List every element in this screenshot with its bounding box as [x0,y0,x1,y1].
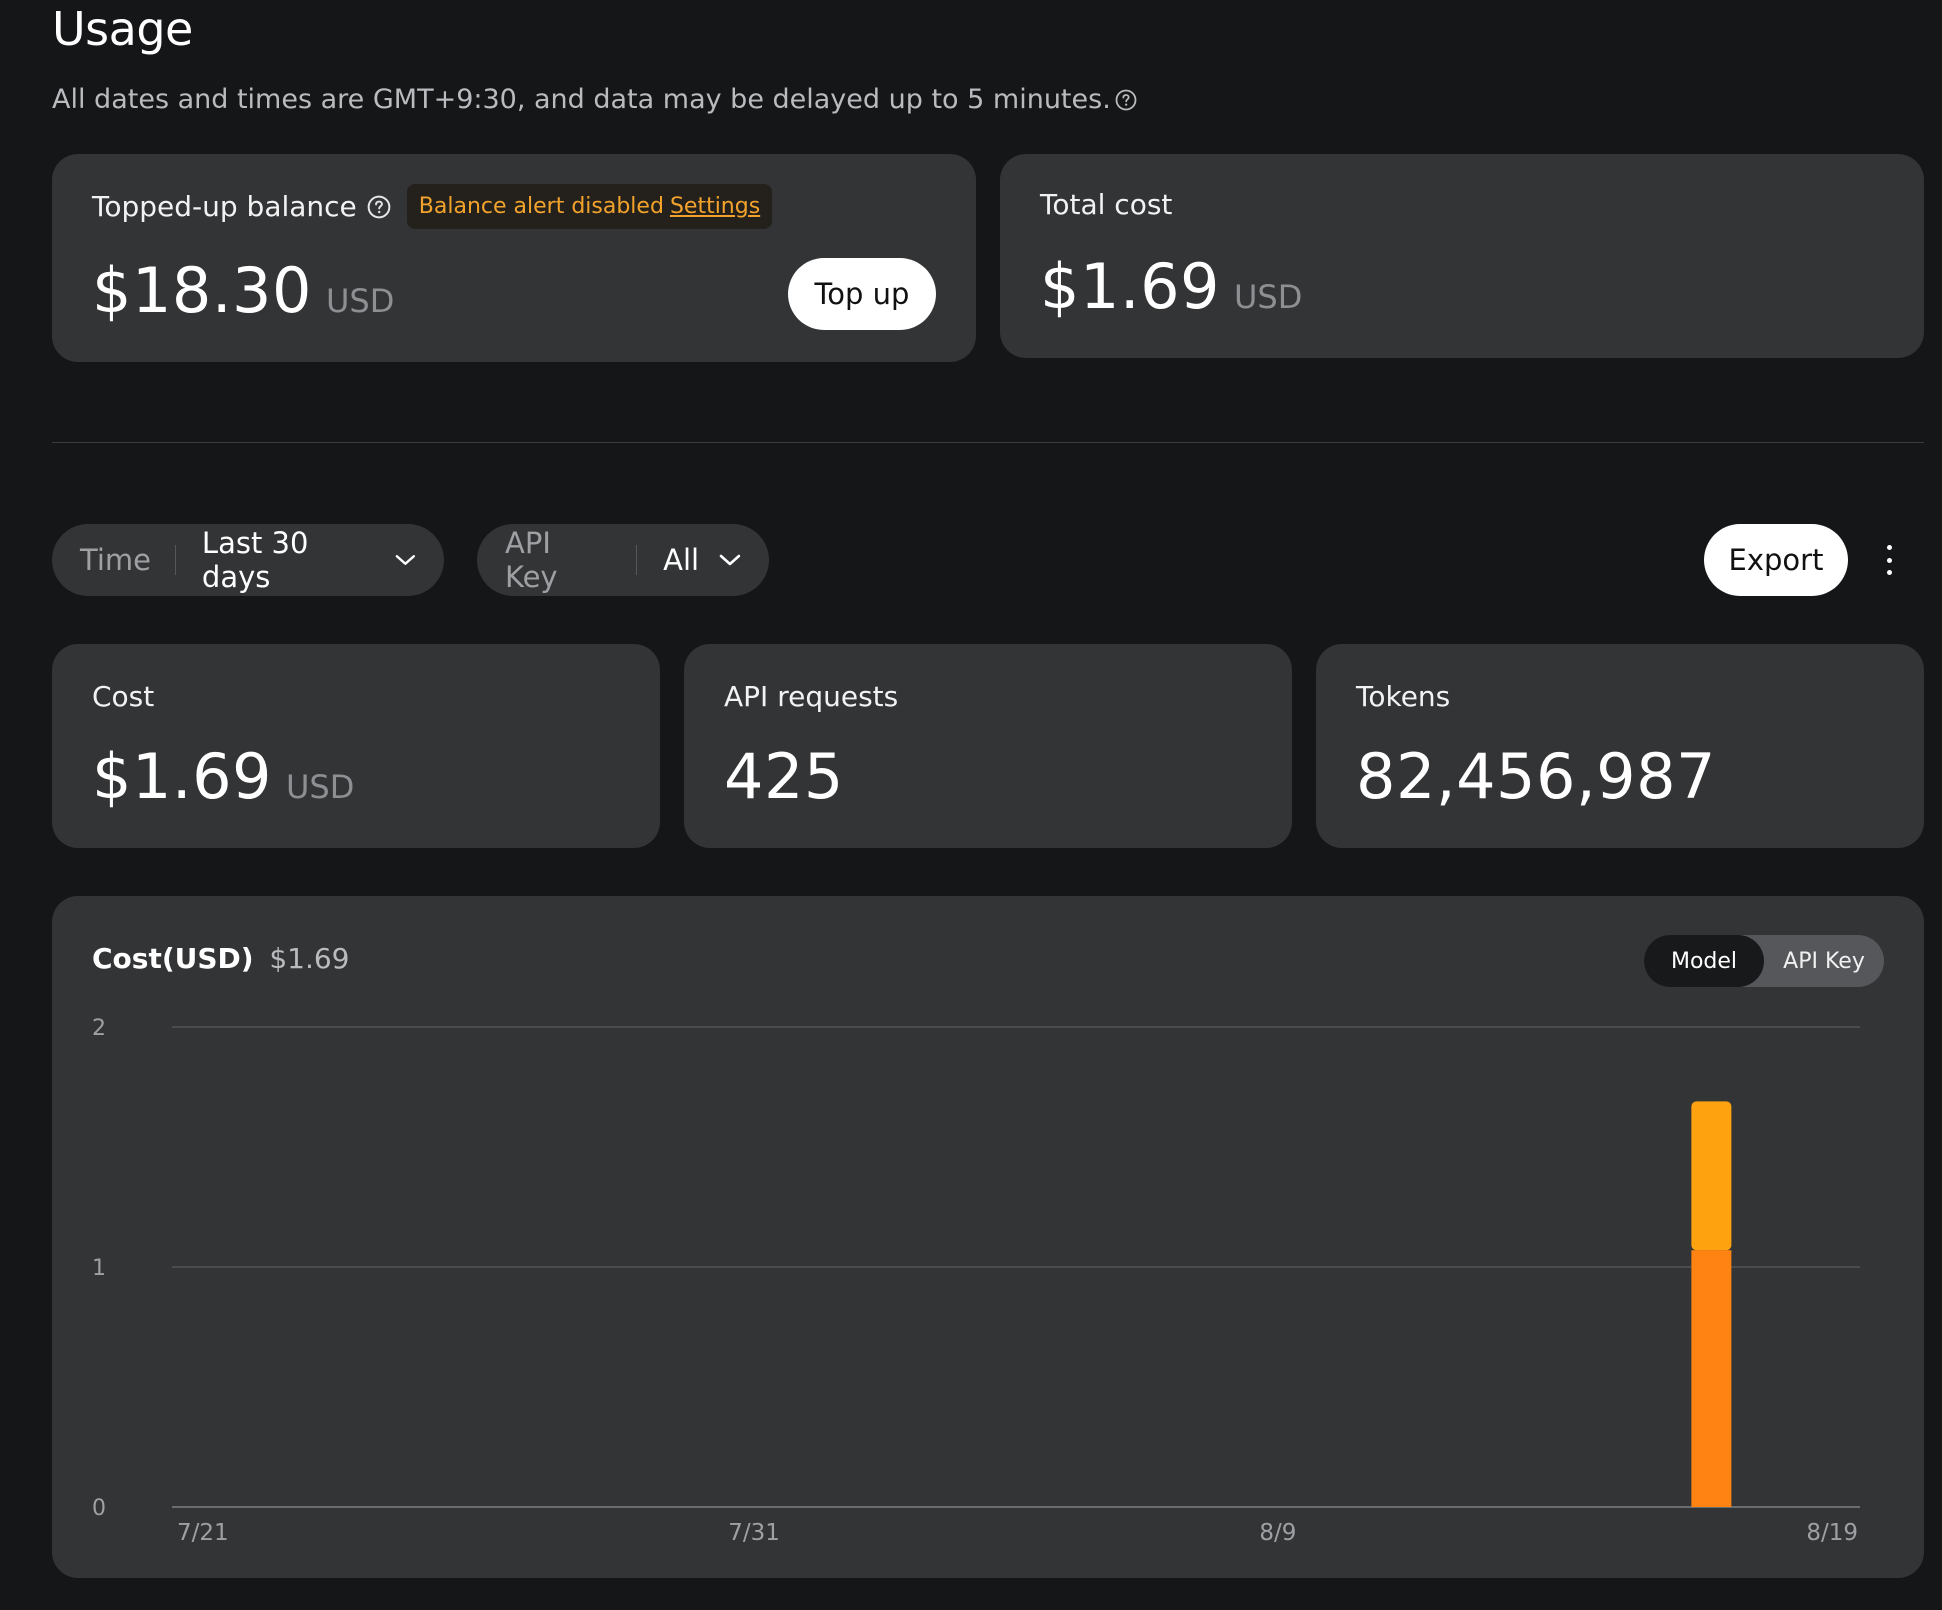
cost-bar-segment[interactable] [1691,1250,1732,1507]
cost-chart: 0 1 2 7/21 7/31 8/9 8/19 [92,1016,1860,1546]
x-tick-label: 7/31 [728,1520,780,1546]
cost-bar-segment[interactable] [1691,1101,1732,1251]
y-tick-label: 1 [92,1256,106,1281]
y-tick-label: 0 [92,1496,106,1521]
x-tick-label: 8/9 [1259,1520,1296,1546]
y-tick-label: 2 [92,1016,106,1041]
x-tick-label: 7/21 [177,1520,229,1546]
x-tick-label: 8/19 [1806,1520,1858,1546]
